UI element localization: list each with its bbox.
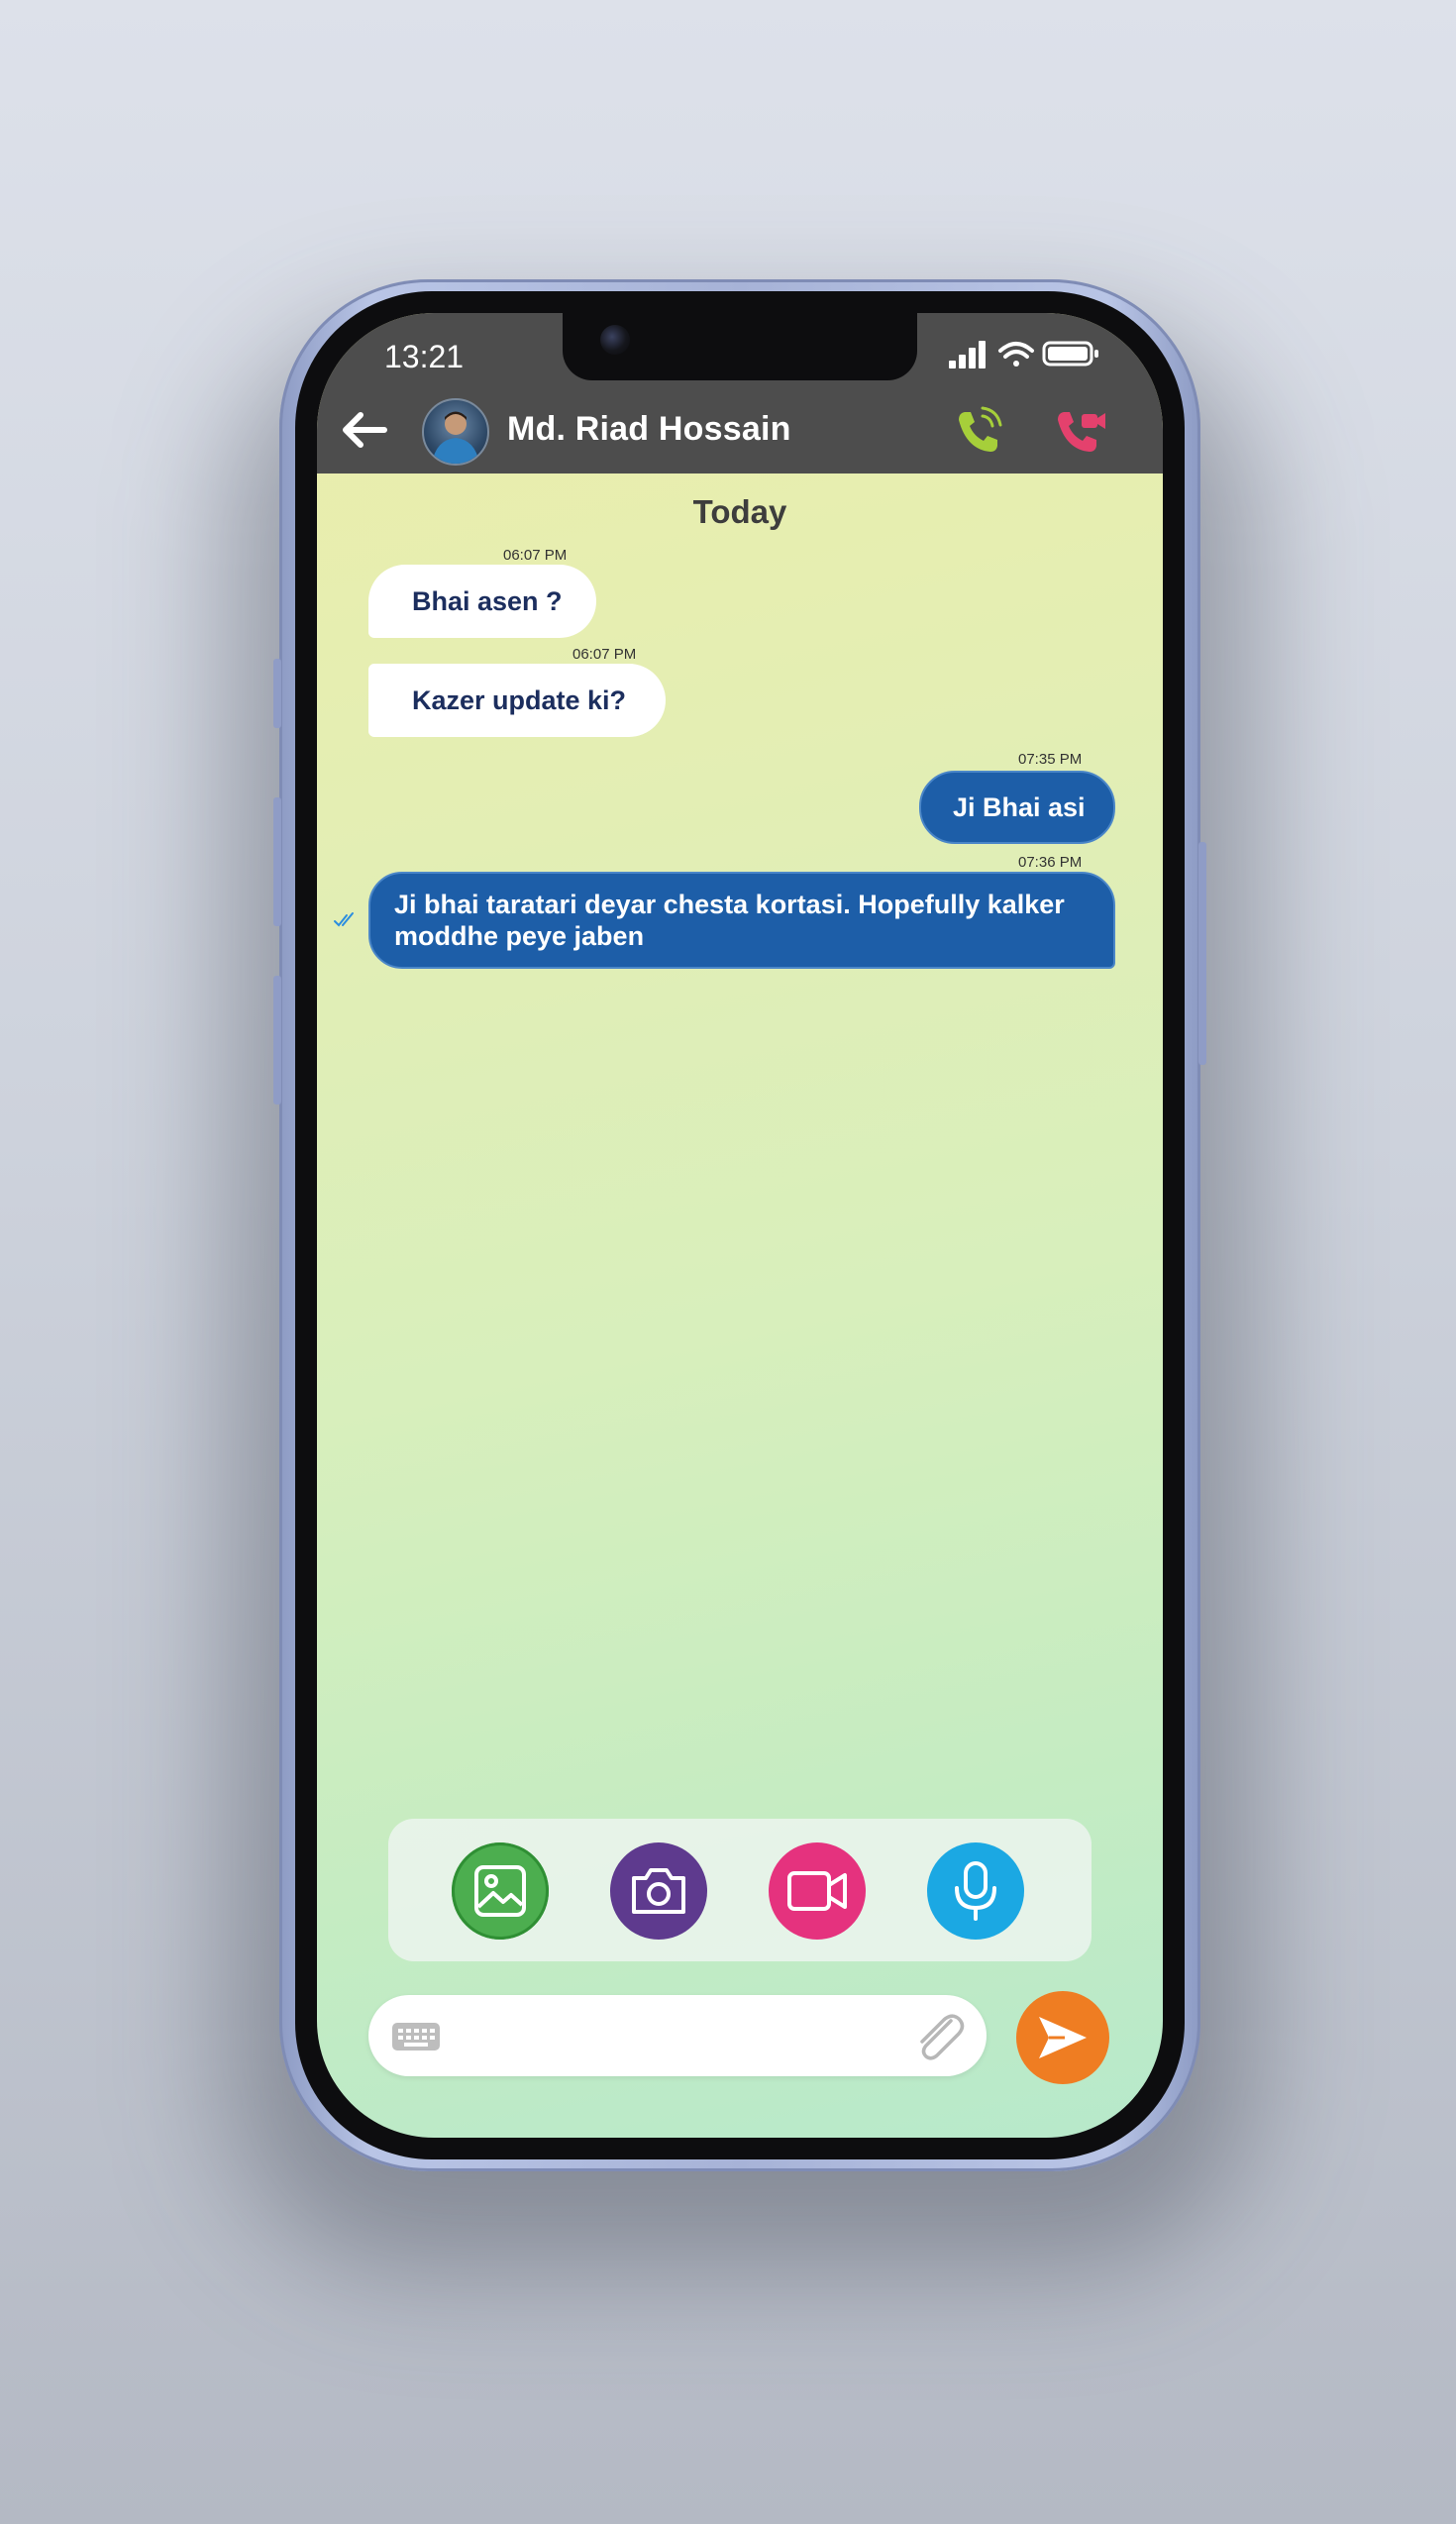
- gallery-button[interactable]: [452, 1842, 549, 1940]
- video-icon: [787, 1871, 847, 1911]
- message-text: Bhai asen ?: [412, 585, 563, 616]
- message-timestamp: 07:35 PM: [1018, 751, 1083, 768]
- send-button[interactable]: [1016, 1991, 1109, 2084]
- message-timestamp: 06:07 PM: [572, 646, 637, 663]
- message-input[interactable]: [368, 1995, 987, 2076]
- outgoing-message-bubble[interactable]: Ji bhai taratari deyar chesta kortasi. H…: [368, 872, 1115, 969]
- status-time: 13:21: [384, 339, 465, 374]
- wifi-icon: [998, 342, 1034, 367]
- camera-icon: [632, 1868, 685, 1914]
- back-arrow-icon[interactable]: [337, 404, 392, 456]
- send-icon: [1039, 2017, 1087, 2058]
- day-separator: Today: [692, 493, 787, 530]
- attachment-tray: [388, 1819, 1092, 1961]
- microphone-icon: [955, 1861, 996, 1921]
- read-receipt-icon: [334, 912, 354, 927]
- video-call-icon[interactable]: [1052, 404, 1107, 460]
- incoming-message-bubble[interactable]: Bhai asen ?: [368, 565, 596, 638]
- message-timestamp: 06:07 PM: [503, 547, 568, 564]
- message-text: Kazer update ki?: [412, 684, 627, 715]
- camera-button[interactable]: [610, 1842, 707, 1940]
- message-timestamp: 07:36 PM: [1018, 854, 1083, 871]
- chat-screen: 13:21 Md. Riad Hossain Today 06:07 PM Bh…: [317, 313, 1163, 2138]
- header-row: Md. Riad Hossain: [317, 390, 1163, 470]
- battery-icon: [1042, 341, 1098, 367]
- image-icon: [474, 1865, 526, 1917]
- voice-call-icon[interactable]: [951, 404, 1006, 460]
- silent-switch: [273, 659, 281, 728]
- volume-up-button: [273, 797, 281, 926]
- video-button[interactable]: [769, 1842, 866, 1940]
- message-text: Ji Bhai asi: [953, 791, 1086, 822]
- status-icons: [949, 341, 1098, 368]
- paperclip-icon[interactable]: [911, 2011, 967, 2062]
- incoming-message-bubble[interactable]: Kazer update ki?: [368, 664, 666, 737]
- chat-header: 13:21 Md. Riad Hossain: [317, 313, 1163, 473]
- contact-name[interactable]: Md. Riad Hossain: [507, 410, 791, 449]
- front-camera: [600, 325, 630, 355]
- notch: [563, 313, 917, 380]
- outgoing-message-bubble[interactable]: Ji Bhai asi: [919, 771, 1115, 844]
- signal-icon: [949, 341, 986, 368]
- avatar[interactable]: [422, 398, 489, 466]
- keyboard-icon[interactable]: [392, 2023, 440, 2051]
- voice-button[interactable]: [927, 1842, 1024, 1940]
- avatar-image: [432, 411, 479, 464]
- power-button: [1198, 842, 1206, 1065]
- message-text: Ji bhai taratari deyar chesta kortasi. H…: [394, 890, 1065, 951]
- volume-down-button: [273, 976, 281, 1104]
